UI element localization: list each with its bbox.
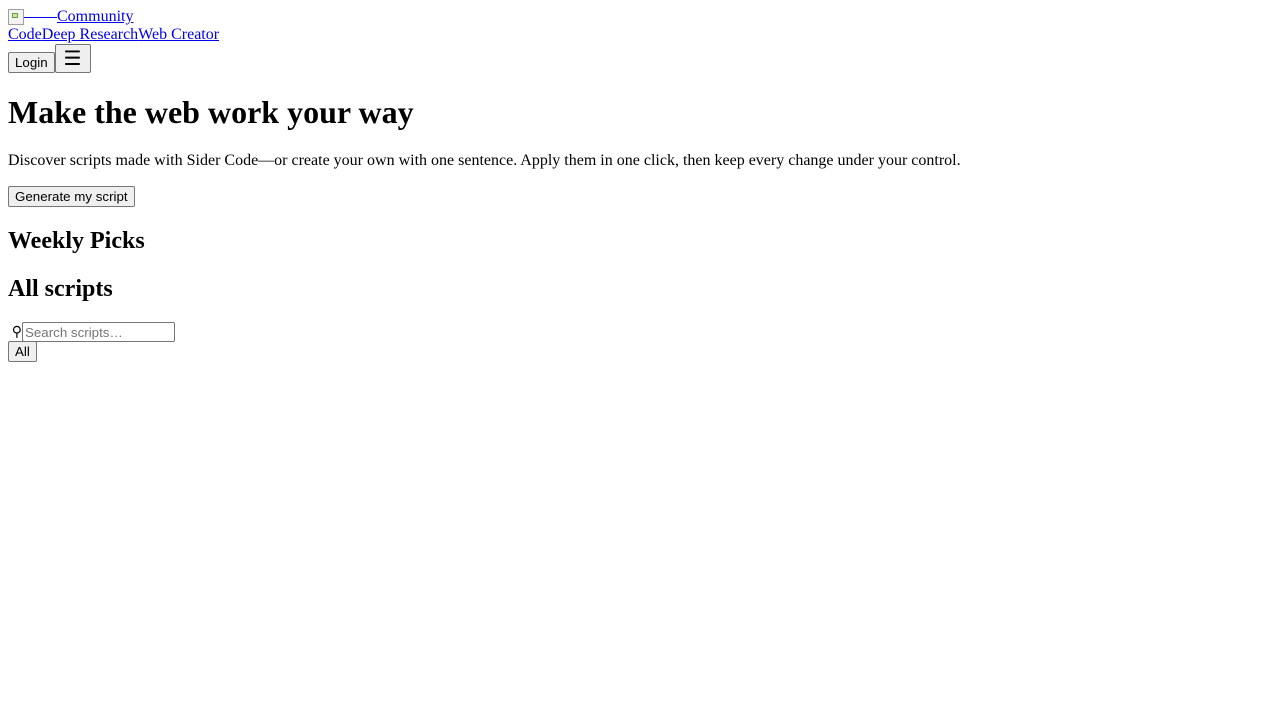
hero-description: Discover scripts made with Sider Code—or…	[8, 152, 961, 169]
generate-script-button[interactable]: Generate my script	[8, 186, 135, 207]
hero-title: Make the web work your way	[8, 94, 414, 130]
brand-label: Community	[57, 8, 134, 25]
header-actions: Login ☰	[8, 44, 1272, 73]
login-button[interactable]: Login	[8, 52, 55, 73]
brand-row: Community	[8, 8, 1272, 26]
nav-link-web-creator[interactable]: Web Creator	[138, 26, 219, 43]
search-input[interactable]	[22, 322, 175, 342]
all-scripts-title: All scripts	[8, 276, 113, 302]
logo-alt-space	[24, 16, 57, 18]
nav-link-deep-research[interactable]: Deep Research	[42, 26, 138, 43]
main-nav: CodeDeep ResearchWeb Creator	[8, 26, 1272, 44]
search-icon: ⚲	[11, 324, 22, 340]
filter-row: All	[8, 341, 1272, 362]
search-bar: ⚲	[8, 322, 1272, 342]
brand-link[interactable]: Community	[8, 8, 133, 26]
nav-link-code[interactable]: Code	[8, 26, 42, 43]
page: Community CodeDeep ResearchWeb Creator L…	[0, 0, 1280, 720]
broken-image-icon	[8, 9, 24, 25]
cta-row: Generate my script	[8, 186, 1272, 207]
menu-icon[interactable]: ☰	[54, 44, 91, 73]
weekly-picks-title: Weekly Picks	[8, 228, 145, 254]
filter-all-button[interactable]: All	[8, 341, 37, 362]
